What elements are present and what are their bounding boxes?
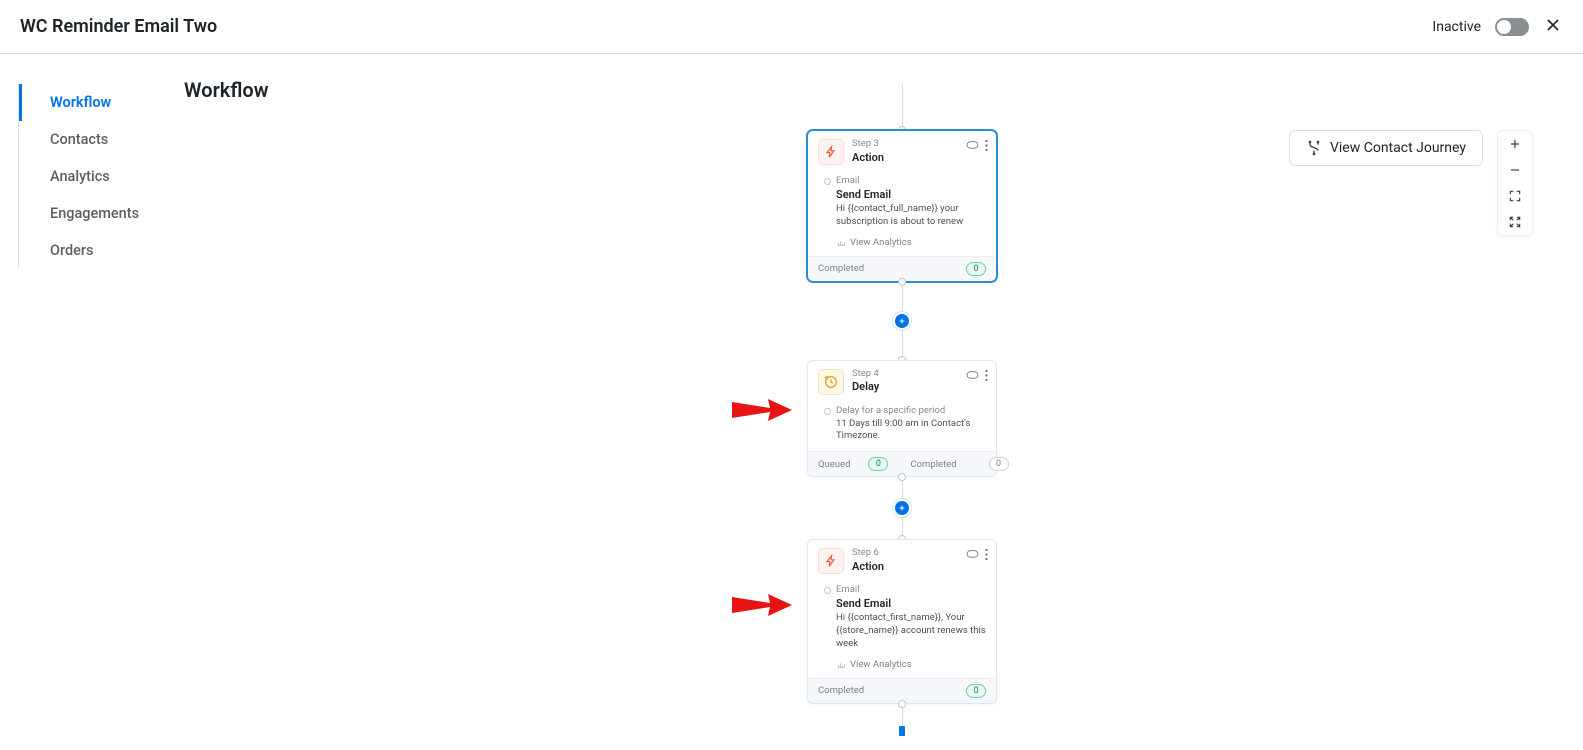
connector	[902, 708, 903, 726]
node-comment-button[interactable]	[966, 140, 979, 154]
footer-queued-label: Queued	[818, 459, 850, 470]
end-marker	[899, 726, 905, 736]
connector	[902, 286, 903, 312]
completed-count-badge: 0	[966, 262, 986, 276]
node-delay-step4[interactable]: Step 4 Delay Delay for a specific period…	[807, 360, 997, 478]
view-analytics-link[interactable]: View Analytics	[818, 237, 986, 248]
node-menu-button[interactable]	[985, 139, 988, 155]
queued-count-badge: 0	[868, 457, 888, 471]
analytics-label: View Analytics	[850, 237, 912, 248]
bolt-icon	[824, 145, 838, 159]
plus-icon	[1508, 137, 1522, 151]
clock-icon	[823, 374, 839, 390]
node-description: Hi {{contact_full_name}} your subscripti…	[818, 203, 986, 229]
comment-icon	[966, 140, 979, 151]
view-analytics-link[interactable]: View Analytics	[818, 659, 986, 670]
comment-icon	[966, 549, 979, 560]
node-action-title: Send Email	[818, 188, 986, 201]
connector	[902, 481, 903, 499]
node-action-step3[interactable]: Step 3 Action Email Send Email Hi {{cont…	[807, 130, 997, 282]
fit-icon	[1508, 189, 1522, 203]
footer-completed-label: Completed	[818, 263, 864, 274]
node-comment-button[interactable]	[966, 549, 979, 563]
journey-button-label: View Contact Journey	[1330, 140, 1466, 156]
node-action-step6[interactable]: Step 6 Action Email Send Email Hi {{cont…	[807, 539, 997, 703]
annotation-arrow	[732, 395, 792, 425]
chart-icon	[836, 659, 846, 669]
connector	[902, 330, 903, 356]
delay-icon	[818, 369, 844, 395]
minus-icon	[1508, 163, 1522, 177]
dots-icon	[985, 139, 988, 152]
chart-icon	[836, 237, 846, 247]
node-action-title: Send Email	[818, 597, 986, 610]
add-node-button[interactable]	[893, 499, 911, 517]
node-description: 11 Days till 9:00 am in Contact's Timezo…	[818, 418, 986, 444]
node-description: Hi {{contact_first_name}}, Your {{store_…	[818, 612, 986, 650]
node-subtype: Email	[818, 175, 986, 186]
port-dot	[898, 473, 906, 481]
node-subtype: Email	[818, 584, 986, 595]
node-step: Step 3	[852, 139, 884, 149]
node-type: Delay	[852, 380, 879, 393]
footer-completed-label: Completed	[818, 685, 864, 696]
expand-icon	[1508, 215, 1522, 229]
port-dot	[898, 278, 906, 286]
add-node-button[interactable]	[893, 312, 911, 330]
connector	[902, 517, 903, 535]
action-icon	[818, 139, 844, 165]
plus-icon	[898, 317, 906, 325]
dots-icon	[985, 369, 988, 382]
bolt-icon	[824, 554, 838, 568]
fit-screen-button[interactable]	[1497, 183, 1533, 209]
annotation-arrow	[732, 590, 792, 620]
action-icon	[818, 548, 844, 574]
dots-icon	[985, 548, 988, 561]
zoom-in-button[interactable]	[1497, 131, 1533, 157]
node-type: Action	[852, 560, 884, 573]
fullscreen-button[interactable]	[1497, 209, 1533, 235]
node-menu-button[interactable]	[985, 369, 988, 385]
completed-count-badge: 0	[989, 457, 1009, 471]
node-menu-button[interactable]	[985, 548, 988, 564]
node-comment-button[interactable]	[966, 370, 979, 384]
comment-icon	[966, 370, 979, 381]
footer-completed-label: Completed	[910, 459, 956, 470]
connector	[902, 84, 903, 130]
canvas-controls	[1497, 130, 1533, 236]
node-action-title: Delay for a specific period	[818, 405, 986, 416]
analytics-label: View Analytics	[850, 659, 912, 670]
zoom-out-button[interactable]	[1497, 157, 1533, 183]
view-contact-journey-button[interactable]: View Contact Journey	[1289, 130, 1483, 166]
flow-column: Step 3 Action Email Send Email Hi {{cont…	[807, 84, 997, 736]
node-type: Action	[852, 151, 884, 164]
completed-count-badge: 0	[966, 684, 986, 698]
node-step: Step 4	[852, 369, 879, 379]
branch-icon	[1306, 140, 1322, 156]
node-step: Step 6	[852, 548, 884, 558]
port-dot	[898, 700, 906, 708]
workflow-canvas[interactable]: View Contact Journey Step 3 Action	[0, 0, 1583, 750]
plus-icon	[898, 504, 906, 512]
